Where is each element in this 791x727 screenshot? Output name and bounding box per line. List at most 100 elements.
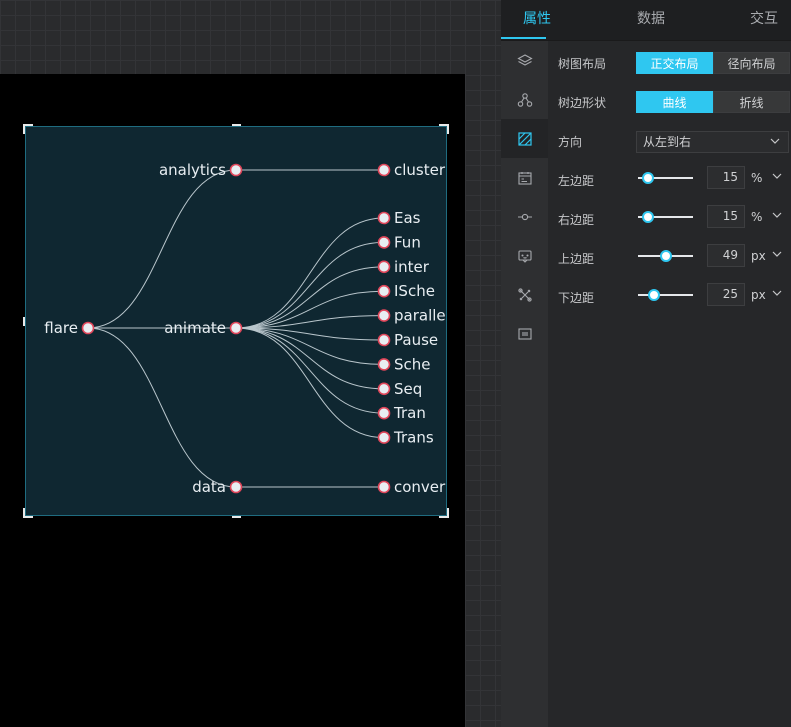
margin-right-slider[interactable]: [638, 211, 693, 223]
tree-node[interactable]: [377, 358, 391, 371]
resize-handle-left[interactable]: [23, 317, 25, 326]
tree-node[interactable]: [377, 431, 391, 444]
tree-node[interactable]: [229, 163, 243, 177]
tree-node-label: ISche: [394, 282, 435, 300]
tree-node[interactable]: [377, 480, 391, 494]
tree-node[interactable]: [377, 406, 391, 420]
properties-panel: 属性 数据 交互 树图布局 正交布局 径向布局 树边形状 曲线 折线 方向 从左…: [501, 0, 791, 727]
chevron-down-icon[interactable]: [772, 290, 782, 296]
margin-right-row: 右边距 15%: [548, 197, 791, 236]
resize-handle-top-right[interactable]: [439, 124, 449, 134]
tree-node[interactable]: [377, 211, 391, 225]
tree-edge: [87, 169, 237, 329]
layout-orthogonal-button[interactable]: 正交布局: [636, 52, 713, 74]
margin-bottom-row: 下边距 25 px: [548, 275, 791, 314]
tab-interaction[interactable]: 交互: [750, 0, 778, 38]
margin-top-unit: px: [751, 249, 766, 263]
slider-knob[interactable]: [648, 289, 660, 301]
tree-edge: [235, 327, 385, 439]
category-connector[interactable]: [501, 197, 548, 236]
tree-node[interactable]: [377, 309, 391, 322]
category-layers[interactable]: [501, 41, 548, 80]
category-tools[interactable]: [501, 275, 548, 314]
margin-top-slider[interactable]: [638, 250, 693, 262]
tree-edge: [235, 266, 385, 329]
tree-node[interactable]: [377, 163, 391, 177]
tree-edge: [87, 327, 237, 488]
calendar-icon: [517, 171, 532, 185]
resize-handle-bottom-right[interactable]: [439, 508, 449, 518]
direction-value: 从左到右: [643, 135, 692, 149]
slider-knob[interactable]: [642, 172, 654, 184]
tree-node-label: flare: [44, 319, 78, 337]
margin-top-input[interactable]: 49: [707, 244, 745, 267]
active-tab-indicator: [501, 37, 546, 39]
category-nodes[interactable]: [501, 80, 548, 119]
resize-handle-top[interactable]: [232, 124, 241, 126]
tree-node[interactable]: [377, 236, 391, 249]
slider-knob[interactable]: [660, 250, 672, 262]
tree-chart-widget[interactable]: flare analytics cluster animate Eas Fun inter I…: [23, 124, 449, 518]
chevron-down-icon[interactable]: [772, 173, 782, 179]
tree-node-label: Eas: [394, 209, 421, 227]
layout-radial-button[interactable]: 径向布局: [713, 52, 790, 74]
category-tooltip[interactable]: [501, 236, 548, 275]
margin-top-row: 上边距 49 px: [548, 236, 791, 275]
tree-node[interactable]: [377, 260, 391, 274]
tree-node[interactable]: [377, 382, 391, 396]
tree-node-label: data: [192, 478, 226, 496]
resize-handle-top-left[interactable]: [23, 124, 33, 134]
margin-bottom-input[interactable]: 25: [707, 283, 745, 306]
category-series[interactable]: [501, 119, 548, 158]
margin-left-label: 左边距: [558, 174, 595, 188]
tree-node-label: cluster: [394, 161, 446, 179]
resize-handle-bottom-left[interactable]: [23, 508, 33, 518]
tree-node-label: parallel: [394, 307, 446, 325]
tree-node-label: Tran: [393, 404, 426, 422]
margin-left-input[interactable]: 15: [707, 166, 745, 189]
direction-label: 方向: [558, 135, 583, 149]
margin-left-slider[interactable]: [638, 172, 693, 184]
tree-node[interactable]: [229, 480, 243, 494]
edge-polyline-button[interactable]: 折线: [713, 91, 790, 113]
direction-select[interactable]: 从左到右: [636, 131, 789, 153]
category-code[interactable]: [501, 314, 548, 353]
panel-tabs: 属性 数据 交互: [501, 0, 791, 41]
margin-right-label: 右边距: [558, 213, 595, 227]
margin-right-unit: %: [751, 210, 763, 224]
tree-node[interactable]: [81, 321, 95, 335]
margin-left-row: 左边距 15%: [548, 158, 791, 197]
margin-top-label: 上边距: [558, 252, 595, 266]
canvas-area: flare analytics cluster animate Eas Fun inter I…: [0, 74, 465, 727]
tree-node-label: animate: [164, 319, 226, 337]
tree-layout-row: 树图布局 正交布局 径向布局: [548, 41, 791, 80]
margin-right-input[interactable]: 15: [707, 205, 745, 228]
tab-data[interactable]: 数据: [637, 0, 665, 38]
margin-bottom-label: 下边距: [558, 291, 595, 305]
resize-handle-bottom[interactable]: [232, 516, 241, 518]
tree-edge: [235, 290, 385, 329]
category-calendar[interactable]: [501, 158, 548, 197]
slider-knob[interactable]: [642, 211, 654, 223]
property-category-bar: [501, 41, 548, 727]
tree-node[interactable]: [377, 284, 391, 298]
tree-edge: [235, 327, 385, 414]
margin-bottom-unit: px: [751, 288, 766, 302]
tree-layout-toggle: 正交布局 径向布局: [636, 52, 790, 74]
tree-node-label: Trans: [393, 429, 434, 447]
tools-icon: [517, 287, 532, 302]
nodes-icon: [517, 92, 532, 107]
edge-curve-button[interactable]: 曲线: [636, 91, 713, 113]
tree-node-label: analytics: [159, 161, 226, 179]
margin-bottom-slider[interactable]: [638, 289, 693, 301]
code-icon: [517, 327, 532, 340]
tree-node[interactable]: [229, 321, 243, 335]
tree-node[interactable]: [377, 333, 391, 347]
layers-icon: [516, 53, 533, 66]
tab-properties[interactable]: 属性: [523, 0, 551, 38]
connector-icon: [517, 213, 532, 220]
edge-shape-label: 树边形状: [558, 96, 607, 110]
chevron-down-icon[interactable]: [772, 212, 782, 218]
tree-layout-label: 树图布局: [558, 57, 607, 71]
chevron-down-icon[interactable]: [772, 251, 782, 257]
